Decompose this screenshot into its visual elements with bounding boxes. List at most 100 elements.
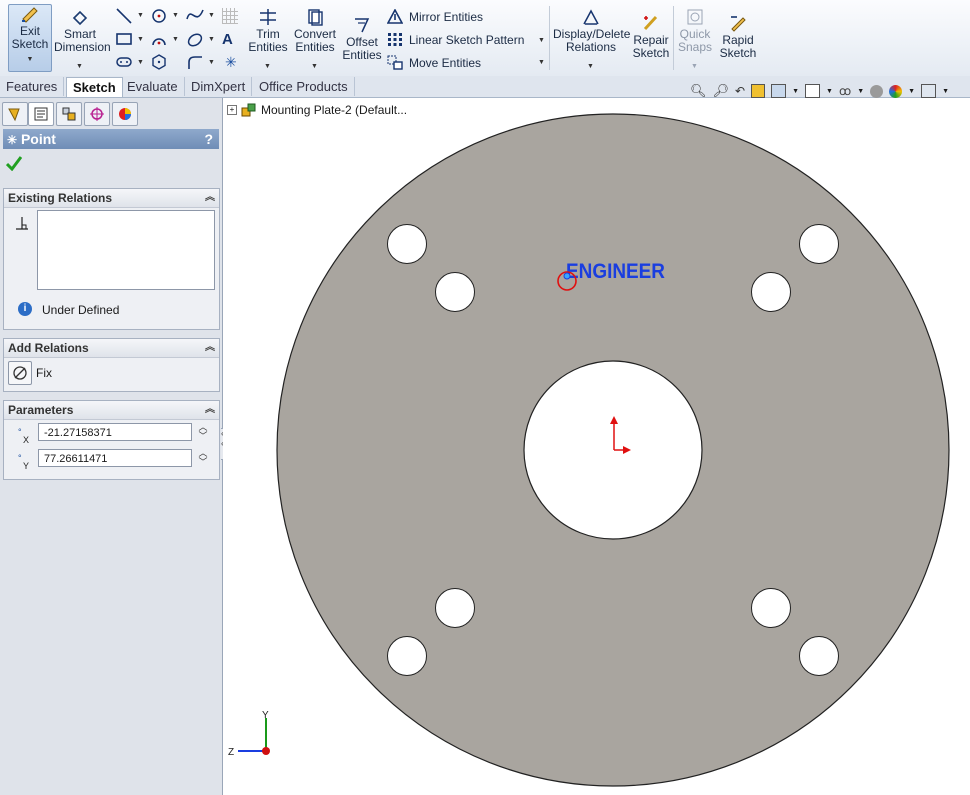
display-manager-tab[interactable] xyxy=(112,102,138,126)
slot-tool[interactable] xyxy=(116,56,132,71)
x-coordinate-spinner[interactable]: ︿ ﹀ xyxy=(198,423,208,441)
view-settings-icon[interactable] xyxy=(921,84,937,98)
feature-manager-tab[interactable] xyxy=(2,102,28,126)
y-coordinate-spinner[interactable]: ︿ ﹀ xyxy=(198,449,208,467)
zoom-to-area-icon[interactable]: 🔎︎ xyxy=(713,83,730,99)
rectangle-tool[interactable] xyxy=(116,32,132,49)
bolt-hole[interactable] xyxy=(751,272,791,312)
view-triad: Y Z xyxy=(228,710,270,758)
polygon-tool[interactable] xyxy=(151,54,167,73)
previous-view-icon[interactable]: ↶ xyxy=(735,84,745,98)
view-orientation-dropdown[interactable]: ▼ xyxy=(792,88,799,95)
ellipse-icon xyxy=(187,33,203,47)
hide-show-items-icon[interactable]: ꝏ xyxy=(839,84,851,98)
move-entities-dropdown[interactable]: ▼ xyxy=(538,59,545,66)
configuration-manager-tab[interactable] xyxy=(56,102,82,126)
parameters-header[interactable]: Parameters ︽ xyxy=(4,401,219,420)
tab-sketch[interactable]: Sketch xyxy=(66,77,123,97)
tab-features[interactable]: Features xyxy=(0,77,65,96)
exit-sketch-button[interactable]: Exit Sketch ▼ xyxy=(8,4,52,72)
existing-relations-header[interactable]: Existing Relations ︽ xyxy=(4,189,219,208)
repair-sketch-button[interactable]: Repair Sketch xyxy=(632,14,670,60)
smart-dimension-dropdown[interactable]: ▼ xyxy=(76,60,83,73)
linear-sketch-pattern-dropdown[interactable]: ▼ xyxy=(538,37,545,44)
rapid-sketch-button[interactable]: Rapid Sketch xyxy=(718,14,758,60)
arc-dropdown[interactable]: ▼ xyxy=(172,36,179,43)
linear-sketch-pattern-button[interactable]: Linear Sketch Pattern xyxy=(387,32,524,47)
selected-point[interactable] xyxy=(563,272,571,280)
move-entities-button[interactable]: Move Entities xyxy=(387,55,481,70)
bolt-hole[interactable] xyxy=(387,224,427,264)
bolt-hole[interactable] xyxy=(387,636,427,676)
quick-snaps-button[interactable]: Quick Snaps ▼ xyxy=(676,8,714,70)
triad-y-label: Y xyxy=(262,710,269,721)
arc-tool[interactable] xyxy=(151,32,167,51)
smart-dimension-button[interactable]: Smart Dimension ▼ xyxy=(54,8,111,70)
convert-entities-label: Convert Entities xyxy=(293,27,337,54)
view-orientation-icon[interactable] xyxy=(771,84,787,98)
center-bore[interactable] xyxy=(523,360,703,540)
bolt-hole[interactable] xyxy=(799,224,839,264)
dimxpert-manager-tab[interactable] xyxy=(84,102,110,126)
ok-button[interactable] xyxy=(5,155,23,174)
convert-entities-dropdown[interactable]: ▼ xyxy=(311,60,318,73)
grid-tool[interactable] xyxy=(222,8,238,24)
trim-entities-button[interactable]: Trim Entities ▼ xyxy=(248,8,288,70)
display-delete-relations-dropdown[interactable]: ▼ xyxy=(587,60,594,73)
sketch-text-engineer[interactable]: ENGINEER xyxy=(566,260,665,283)
convert-entities-button[interactable]: Convert Entities ▼ xyxy=(292,8,338,70)
bolt-hole[interactable] xyxy=(751,588,791,628)
tab-dimxpert[interactable]: DimXpert xyxy=(185,77,253,96)
property-manager-tab[interactable] xyxy=(28,102,54,126)
display-delete-relations-icon xyxy=(583,9,599,25)
tab-evaluate[interactable]: Evaluate xyxy=(121,77,185,96)
display-style-dropdown[interactable]: ▼ xyxy=(826,88,833,95)
trim-entities-dropdown[interactable]: ▼ xyxy=(264,60,271,73)
edit-appearance-icon[interactable] xyxy=(870,84,884,98)
offset-entities-button[interactable]: Offset Entities xyxy=(342,16,382,62)
display-style-icon[interactable] xyxy=(805,84,821,98)
apply-scene-dropdown[interactable]: ▼ xyxy=(908,88,915,95)
bolt-hole[interactable] xyxy=(435,588,475,628)
existing-relations-list[interactable] xyxy=(37,210,215,290)
anchor-icon xyxy=(13,366,27,380)
line-tool[interactable] xyxy=(116,8,132,24)
quick-snaps-dropdown[interactable]: ▼ xyxy=(691,60,698,73)
y-coordinate-input[interactable]: 77.26611471 xyxy=(38,449,192,467)
spline-tool[interactable] xyxy=(186,7,204,26)
circle-dropdown[interactable]: ▼ xyxy=(172,12,179,19)
model-view[interactable]: ENGINEER Y Z xyxy=(223,98,970,795)
add-relations-header[interactable]: Add Relations ︽ xyxy=(4,339,219,358)
rectangle-dropdown[interactable]: ▼ xyxy=(137,36,144,43)
collapse-icon[interactable]: ︽ xyxy=(205,339,215,357)
hide-show-dropdown[interactable]: ▼ xyxy=(857,88,864,95)
slot-dropdown[interactable]: ▼ xyxy=(137,59,144,66)
info-icon: i xyxy=(18,302,32,316)
ellipse-dropdown[interactable]: ▼ xyxy=(208,36,215,43)
zoom-to-fit-icon[interactable]: 🔍︎ xyxy=(690,83,707,99)
mirror-entities-button[interactable]: Mirror Entities xyxy=(387,9,483,24)
display-delete-relations-button[interactable]: Display/Delete Relations ▼ xyxy=(553,8,630,70)
circle-tool[interactable] xyxy=(151,8,167,27)
collapse-icon[interactable]: ︽ xyxy=(205,189,215,207)
fillet-tool[interactable] xyxy=(186,54,204,73)
fillet-dropdown[interactable]: ▼ xyxy=(208,59,215,66)
spline-dropdown[interactable]: ▼ xyxy=(208,12,215,19)
collapse-icon[interactable]: ︽ xyxy=(205,401,215,419)
page-title: Point xyxy=(20,131,56,147)
exit-sketch-dropdown[interactable]: ▼ xyxy=(27,56,34,63)
fix-relation-button[interactable] xyxy=(8,361,32,385)
x-coordinate-input[interactable]: -21.27158371 xyxy=(38,423,192,441)
tab-office-products[interactable]: Office Products xyxy=(253,77,355,96)
bolt-hole[interactable] xyxy=(799,636,839,676)
line-dropdown[interactable]: ▼ xyxy=(137,12,144,19)
section-view-icon[interactable] xyxy=(751,84,766,98)
bolt-hole[interactable] xyxy=(435,272,475,312)
view-settings-dropdown[interactable]: ▼ xyxy=(942,88,949,95)
graphics-area[interactable]: + Mounting Plate-2 (Default... ENGINEER … xyxy=(223,98,970,795)
apply-scene-icon[interactable] xyxy=(889,84,903,98)
help-button[interactable]: ? xyxy=(204,129,213,149)
ellipse-tool[interactable] xyxy=(186,32,204,51)
text-tool[interactable]: A xyxy=(222,31,233,48)
point-tool[interactable]: ✳ xyxy=(225,54,237,71)
